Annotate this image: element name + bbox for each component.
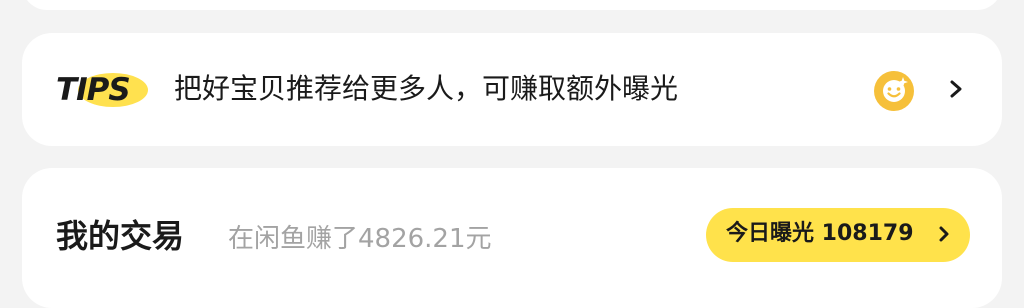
tips-badge: TIPS — [56, 67, 152, 113]
tips-banner[interactable]: TIPS 把好宝贝推荐给更多人，可赚取额外曝光 — [22, 33, 1002, 146]
tips-badge-text: TIPS — [56, 72, 131, 108]
earned-amount-text: 在闲鱼赚了4826.21元 — [228, 224, 492, 254]
smiley-sparkle-icon — [874, 71, 914, 111]
today-exposure-button[interactable]: 今日曝光 108179 — [706, 208, 970, 262]
my-trades-card: 我的交易 在闲鱼赚了4826.21元 今日曝光 108179 — [22, 168, 1002, 308]
tips-message: 把好宝贝推荐给更多人，可赚取额外曝光 — [174, 72, 679, 105]
chevron-right-icon[interactable] — [948, 79, 964, 99]
today-exposure-label: 今日曝光 108179 — [726, 221, 914, 246]
my-trades-title: 我的交易 — [56, 217, 185, 255]
previous-card — [22, 0, 1002, 10]
chevron-right-icon — [939, 226, 949, 242]
